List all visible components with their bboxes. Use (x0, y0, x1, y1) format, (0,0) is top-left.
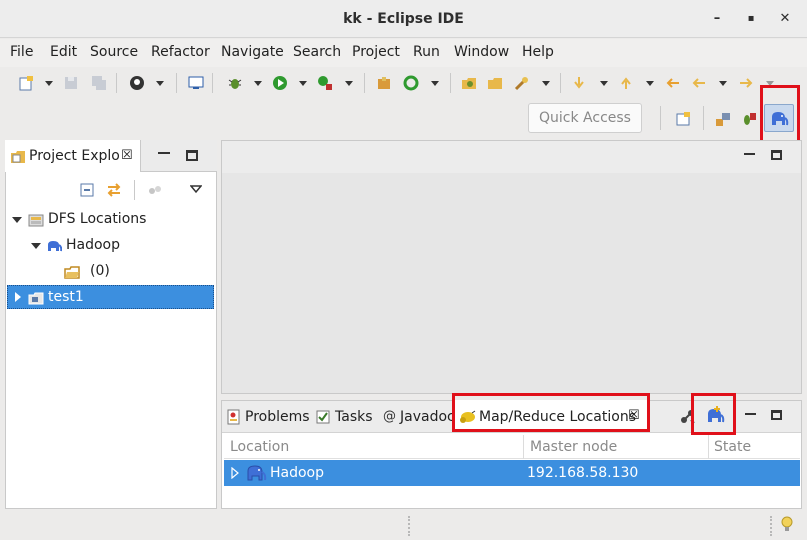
bottom-minimize-icon[interactable] (745, 413, 756, 415)
menu-file[interactable]: File (10, 44, 33, 60)
refresh-icon[interactable] (402, 74, 420, 92)
external-tools-dropdown-icon[interactable] (340, 74, 358, 92)
project-explorer-minimize-icon[interactable] (158, 152, 170, 154)
menu-source[interactable]: Source (90, 44, 138, 60)
view-menu-icon[interactable] (187, 180, 205, 198)
project-explorer-icon (9, 148, 27, 166)
hadoop-expand-icon[interactable] (30, 240, 42, 256)
perspective-icon[interactable] (128, 74, 146, 92)
prev-annotation-icon[interactable] (617, 74, 635, 92)
external-tools-icon[interactable] (316, 74, 334, 92)
java-project-icon (27, 289, 45, 307)
new-dropdown-icon[interactable] (40, 74, 58, 92)
menu-search[interactable]: Search (293, 44, 341, 60)
project-explorer-maximize-icon[interactable] (186, 150, 198, 161)
dfs-locations-expand-icon[interactable] (11, 214, 23, 230)
java-perspective-icon[interactable] (714, 110, 732, 128)
javadoc-icon: @ (383, 409, 396, 424)
editor-maximize-icon[interactable] (771, 150, 782, 160)
tab-problems[interactable]: Problems (245, 409, 310, 425)
row-expand-icon[interactable] (231, 466, 239, 483)
quick-access-input[interactable]: Quick Access (528, 103, 642, 133)
tree-item-hadoop[interactable]: Hadoop (66, 237, 120, 253)
filter-icon (146, 181, 164, 199)
column-location[interactable]: Location (230, 439, 289, 455)
open-type-icon[interactable] (460, 74, 478, 92)
column-master-node[interactable]: Master node (530, 439, 617, 455)
back-icon[interactable] (690, 74, 708, 92)
row-elephant-icon (245, 463, 267, 483)
tab-javadoc[interactable]: Javadoc (400, 409, 455, 425)
menu-project[interactable]: Project (352, 44, 400, 60)
collapse-all-icon[interactable] (78, 181, 96, 199)
new-hadoop-location-icon[interactable] (705, 405, 725, 425)
tree-item-dfs-locations[interactable]: DFS Locations (48, 211, 146, 227)
new-package-icon[interactable] (375, 74, 393, 92)
menu-run[interactable]: Run (413, 44, 440, 60)
project-explorer-tab-label: Project Explo (29, 148, 120, 164)
search-tool-icon[interactable] (513, 74, 531, 92)
link-with-editor-icon[interactable] (105, 181, 123, 199)
project-explorer-close-icon[interactable]: ☒ (121, 148, 133, 163)
row-location: Hadoop (270, 465, 325, 481)
open-resource-icon[interactable] (486, 74, 504, 92)
perspective-dropdown-icon[interactable] (151, 74, 169, 92)
editor-area (221, 140, 802, 394)
next-annotation-dropdown-icon[interactable] (595, 74, 613, 92)
debug-perspective-icon[interactable] (740, 110, 758, 128)
editor-minimize-icon[interactable] (744, 153, 755, 155)
prev-annotation-dropdown-icon[interactable] (641, 74, 659, 92)
close-button[interactable]: ✕ (775, 9, 795, 29)
open-perspective-icon[interactable] (674, 110, 692, 128)
search-dropdown-icon[interactable] (537, 74, 555, 92)
back-dropdown-icon[interactable] (714, 74, 732, 92)
next-annotation-icon[interactable] (570, 74, 588, 92)
maximize-button[interactable]: ▪ (741, 9, 761, 29)
folder-icon (63, 263, 81, 281)
refresh-dropdown-icon[interactable] (426, 74, 444, 92)
bottom-maximize-icon[interactable] (771, 410, 782, 420)
problems-icon (225, 408, 243, 426)
new-icon[interactable] (17, 74, 35, 92)
dfs-locations-icon (27, 211, 45, 229)
debug-dropdown-icon[interactable] (249, 74, 267, 92)
menu-navigate[interactable]: Navigate (221, 44, 284, 60)
project-explorer-tabbar (141, 140, 217, 172)
minimize-button[interactable]: – (707, 9, 727, 29)
run-icon[interactable] (271, 74, 289, 92)
lightbulb-icon[interactable] (778, 515, 796, 533)
hadoop-elephant-icon (45, 237, 63, 255)
tree-item-folder[interactable]: (0) (90, 263, 110, 279)
test1-expand-icon[interactable] (13, 291, 23, 307)
editor-tabbar (222, 141, 801, 173)
last-edit-icon[interactable] (664, 74, 682, 92)
save-icon (62, 74, 80, 92)
save-all-icon (90, 74, 108, 92)
debug-icon[interactable] (226, 74, 244, 92)
row-master-node: 192.168.58.130 (527, 465, 639, 481)
menu-refactor[interactable]: Refactor (151, 44, 210, 60)
tab-tasks[interactable]: Tasks (335, 409, 373, 425)
forward-icon[interactable] (737, 74, 755, 92)
elephant-icon (769, 109, 789, 129)
menu-window[interactable]: Window (454, 44, 509, 60)
run-dropdown-icon[interactable] (294, 74, 312, 92)
status-bar (0, 512, 807, 540)
menu-help[interactable]: Help (522, 44, 554, 60)
tree-item-test1[interactable]: test1 (48, 289, 84, 305)
console-icon[interactable] (187, 74, 205, 92)
menu-edit[interactable]: Edit (50, 44, 77, 60)
mapreduce-tab-highlight (452, 393, 650, 432)
column-state[interactable]: State (714, 439, 751, 455)
window-title: kk - Eclipse IDE (343, 11, 464, 27)
tasks-icon (314, 408, 332, 426)
